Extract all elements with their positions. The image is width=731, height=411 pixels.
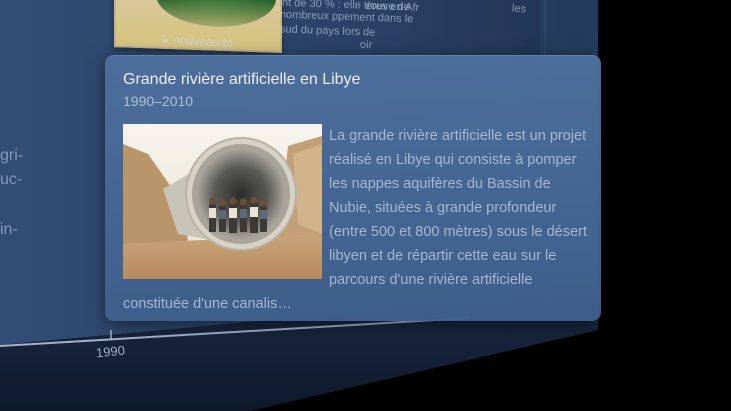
wall-text-line: les (511, 2, 527, 16)
side-text-line: gri- (0, 147, 24, 164)
side-text-line: uc- (0, 171, 23, 188)
event-photo[interactable] (123, 124, 322, 279)
timeline-year-label: 1990 (95, 342, 126, 361)
side-text-line: in- (0, 221, 18, 238)
timeline-view: ↳ nouveau fo nt de 30 % : elle trouve de… (0, 0, 731, 411)
wall-text-line: ères en Afr (365, 0, 420, 14)
event-title: Grande rivière artificielle en Libye (123, 71, 361, 88)
event-dates: 1990–2010 (123, 93, 194, 109)
wall-text-line: oir (359, 38, 373, 52)
pipe-photo-illustration (123, 124, 322, 279)
event-detail-popup[interactable]: Grande rivière artificielle en Libye 199… (105, 55, 601, 321)
